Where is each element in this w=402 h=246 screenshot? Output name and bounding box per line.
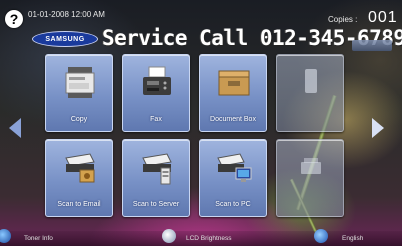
language-globe-icon[interactable]: [314, 229, 328, 243]
empty-slot-icon: [305, 69, 317, 93]
copies-count: 001: [368, 9, 398, 26]
lcd-brightness-button[interactable]: LCD Brightness: [186, 235, 232, 242]
fax-machine-icon: [143, 66, 171, 95]
brand-text: SAMSUNG: [45, 35, 85, 43]
scan-to-pc-button[interactable]: Scan to PC: [199, 139, 267, 217]
empty-tile-slot: [276, 54, 344, 132]
tile-label: Scan to PC: [215, 201, 251, 208]
tile-label: Scan to Email: [57, 201, 101, 208]
empty-slot-icon: [301, 158, 321, 174]
status-indicator-bar: [352, 40, 392, 51]
datetime-display: 01-01-2008 12:00 AM: [28, 10, 105, 19]
scan-to-email-icon: [65, 153, 95, 183]
samsung-logo: SAMSUNG: [32, 31, 98, 47]
previous-page-arrow-icon[interactable]: [9, 118, 21, 138]
document-box-icon: [218, 70, 250, 96]
language-button[interactable]: English: [342, 235, 363, 242]
copies-label: Copies :: [328, 15, 358, 24]
tile-label: Scan to Server: [132, 201, 180, 208]
next-page-arrow-icon[interactable]: [372, 118, 384, 138]
scan-to-email-button[interactable]: Scan to Email: [45, 139, 113, 217]
tile-label: Copy: [70, 116, 88, 123]
empty-tile-slot: [276, 139, 344, 217]
lcd-screen: ? 01-01-2008 12:00 AM Copies : 001 SAMSU…: [0, 0, 402, 246]
scan-to-server-button[interactable]: Scan to Server: [122, 139, 190, 217]
help-button[interactable]: ?: [5, 10, 23, 28]
document-box-button[interactable]: Document Box: [199, 54, 267, 132]
scan-to-server-icon: [142, 153, 172, 185]
toner-info-button[interactable]: Toner Info: [24, 235, 53, 242]
scan-to-pc-icon: [217, 153, 252, 182]
copier-icon: [65, 67, 95, 98]
tile-label: Fax: [150, 116, 162, 123]
tile-label: Document Box: [210, 116, 256, 123]
lcd-brightness-icon[interactable]: [162, 229, 176, 243]
copy-button[interactable]: Copy: [45, 54, 113, 132]
fax-button[interactable]: Fax: [122, 54, 190, 132]
